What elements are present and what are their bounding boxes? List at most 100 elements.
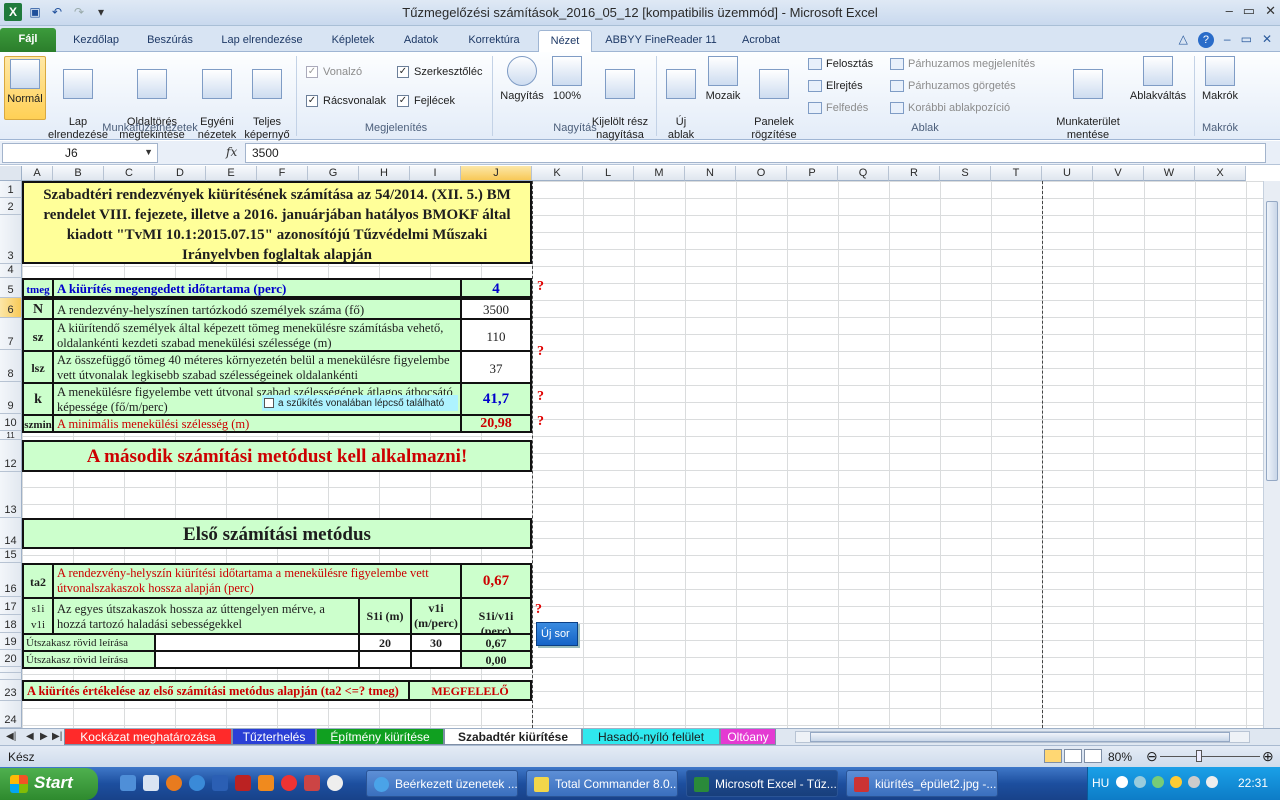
formula-bar-checkbox[interactable]: ✓ Szerkesztőléc	[397, 66, 482, 78]
unhide-button[interactable]: Felfedés	[808, 102, 868, 114]
headings-checkbox[interactable]: ✓ Fejlécek	[397, 95, 455, 107]
segment-row-length[interactable]	[358, 650, 412, 669]
taskbar-item-excel[interactable]: Microsoft Excel - Tűz...	[686, 770, 838, 797]
zoom-in-icon[interactable]: ⊕	[1262, 748, 1274, 765]
new-row-button[interactable]: Új sor	[536, 622, 578, 646]
symbol-k[interactable]: k	[22, 382, 54, 416]
taskbar-item-image-viewer[interactable]: kiürítés_épület2.jpg -...	[846, 770, 998, 797]
label-allowed-time[interactable]: A kiürítés megengedett időtartama (perc)	[52, 278, 462, 298]
row-header-17[interactable]: 17	[0, 597, 22, 615]
close-icon[interactable]: ✕	[1265, 3, 1276, 19]
tab-abbyy[interactable]: ABBYY FineReader 11	[598, 30, 724, 52]
save-workspace-button[interactable]: Munkaterület mentése	[1052, 56, 1124, 142]
row-header-16[interactable]: 16	[0, 563, 22, 597]
side-by-side-button[interactable]: Párhuzamos megjelenítés	[890, 58, 1035, 70]
row-header-13[interactable]: 13	[0, 472, 22, 518]
method-notice[interactable]: A második számítási metódust kell alkalm…	[22, 440, 532, 472]
row-header-1[interactable]: 1	[0, 181, 22, 198]
select-all-corner[interactable]	[0, 166, 22, 181]
app-icon[interactable]	[304, 775, 320, 791]
sync-scroll-button[interactable]: Párhuzamos görgetés	[890, 80, 1016, 92]
row-header-3[interactable]: 3	[0, 215, 22, 264]
next-sheet-icon[interactable]: ▶	[40, 731, 48, 742]
evaluation-result[interactable]: MEGFELELŐ	[408, 680, 532, 701]
ruler-checkbox[interactable]: ✓ Vonalzó	[306, 66, 362, 78]
row-header-14[interactable]: 14	[0, 518, 22, 549]
help-question-mark[interactable]: ?	[537, 279, 544, 295]
macros-button[interactable]: Makrók	[1198, 56, 1242, 103]
tab-view[interactable]: Nézet	[538, 30, 592, 52]
word-icon[interactable]	[212, 775, 228, 791]
stairs-checkbox[interactable]: a szűkítés vonalában lépcső található	[262, 395, 458, 411]
column-header-W[interactable]: W	[1144, 166, 1195, 181]
column-header-B[interactable]: B	[53, 166, 104, 181]
column-header-V[interactable]: V	[1093, 166, 1144, 181]
normal-view-button[interactable]: Normál	[4, 56, 46, 120]
row-header-12[interactable]: 12	[0, 440, 22, 472]
first-sheet-icon[interactable]: ◀|	[6, 731, 16, 742]
taskbar-item-total-commander[interactable]: Total Commander 8.0...	[526, 770, 678, 797]
row-header-4[interactable]: 4	[0, 264, 22, 278]
label-narrowest-width[interactable]: Az összefüggő tömeg 40 méteres környezet…	[52, 350, 462, 384]
sheet-header[interactable]: Szabadtéri rendezvények kiürítésének szá…	[22, 181, 532, 264]
column-header-L[interactable]: L	[583, 166, 634, 181]
sheet-tab-fire-load[interactable]: Tűzterhelés	[232, 729, 316, 745]
network-icon[interactable]	[1152, 776, 1164, 788]
tab-acrobat[interactable]: Acrobat	[730, 30, 792, 52]
tab-review[interactable]: Korrektúra	[458, 30, 530, 52]
new-window-button[interactable]: Új ablak	[662, 56, 700, 142]
maximize-icon[interactable]: ▭	[1243, 3, 1255, 19]
split-button[interactable]: Felosztás	[808, 58, 873, 70]
help-icon[interactable]: ?	[1197, 32, 1214, 48]
row-header-19[interactable]: 19	[0, 633, 22, 650]
scroll-thumb[interactable]	[810, 732, 1230, 742]
header-s1i[interactable]: S1i (m)	[358, 597, 412, 635]
explorer-icon[interactable]	[143, 775, 159, 791]
column-header-T[interactable]: T	[991, 166, 1042, 181]
label-evac-time[interactable]: A rendezvény-helyszín kiürítési időtarta…	[52, 563, 462, 599]
full-screen-button[interactable]: Teljes képernyő	[242, 56, 292, 142]
segment-row-desc[interactable]	[154, 650, 360, 669]
column-header-S[interactable]: S	[940, 166, 991, 181]
row-header-10[interactable]: 10	[0, 414, 22, 431]
row-header-5[interactable]: 5	[0, 278, 22, 298]
volume-icon[interactable]	[1206, 776, 1218, 788]
switch-windows-button[interactable]: Ablakváltás	[1126, 56, 1190, 103]
row-header-9[interactable]: 9	[0, 382, 22, 414]
value-capacity[interactable]: 41,7	[460, 382, 532, 416]
normal-view-icon[interactable]	[1044, 749, 1062, 763]
column-header-J[interactable]: J	[461, 166, 532, 181]
help-question-mark[interactable]: ?	[537, 414, 544, 430]
column-header-R[interactable]: R	[889, 166, 940, 181]
horizontal-scrollbar[interactable]	[795, 731, 1250, 743]
row-header-15[interactable]: 15	[0, 549, 22, 563]
row-header-23[interactable]: 23	[0, 680, 22, 701]
column-header-N[interactable]: N	[685, 166, 736, 181]
label-persons[interactable]: A rendezvény-helyszínen tartózkodó szemé…	[52, 298, 462, 320]
start-button[interactable]: Start	[0, 768, 98, 800]
sheet-tab-building[interactable]: Építmény kiürítése	[316, 729, 444, 745]
label-min-width[interactable]: A minimális menekülési szélesség (m)	[52, 414, 462, 433]
column-header-G[interactable]: G	[308, 166, 359, 181]
segment-row-label[interactable]: Útszakasz rövid leírása	[22, 650, 156, 669]
header-s1i-v1i[interactable]: S1i/v1i (perc)	[460, 597, 532, 635]
workbook-minimize-icon[interactable]: ‒	[1224, 32, 1231, 48]
column-header-U[interactable]: U	[1042, 166, 1093, 181]
zoom-100-button[interactable]: 100%	[550, 56, 584, 103]
row-header-24[interactable]: 24	[0, 701, 22, 728]
symbol-N[interactable]: N	[22, 298, 54, 320]
tray-app-icon[interactable]	[1170, 776, 1182, 788]
tray-app-icon[interactable]	[1188, 776, 1200, 788]
zoom-level[interactable]: 80%	[1108, 750, 1132, 764]
last-sheet-icon[interactable]: ▶|	[52, 731, 62, 742]
worksheet-grid[interactable]: ABCDEFGHIJKLMNOPQRSTUVWX 1 2 3 4 5 6 7 8 9 10 11 12…	[0, 166, 1280, 728]
header-v1i[interactable]: v1i (m/perc)	[410, 597, 462, 635]
column-header-M[interactable]: M	[634, 166, 685, 181]
prev-sheet-icon[interactable]: ◀	[26, 731, 34, 742]
segment-row-speed[interactable]	[410, 650, 462, 669]
zoom-slider[interactable]	[1160, 756, 1260, 757]
clock[interactable]: 22:31	[1238, 776, 1268, 790]
workbook-close-icon[interactable]: ✕	[1262, 32, 1272, 48]
tab-file[interactable]: Fájl	[0, 28, 56, 52]
tab-data[interactable]: Adatok	[392, 30, 450, 52]
